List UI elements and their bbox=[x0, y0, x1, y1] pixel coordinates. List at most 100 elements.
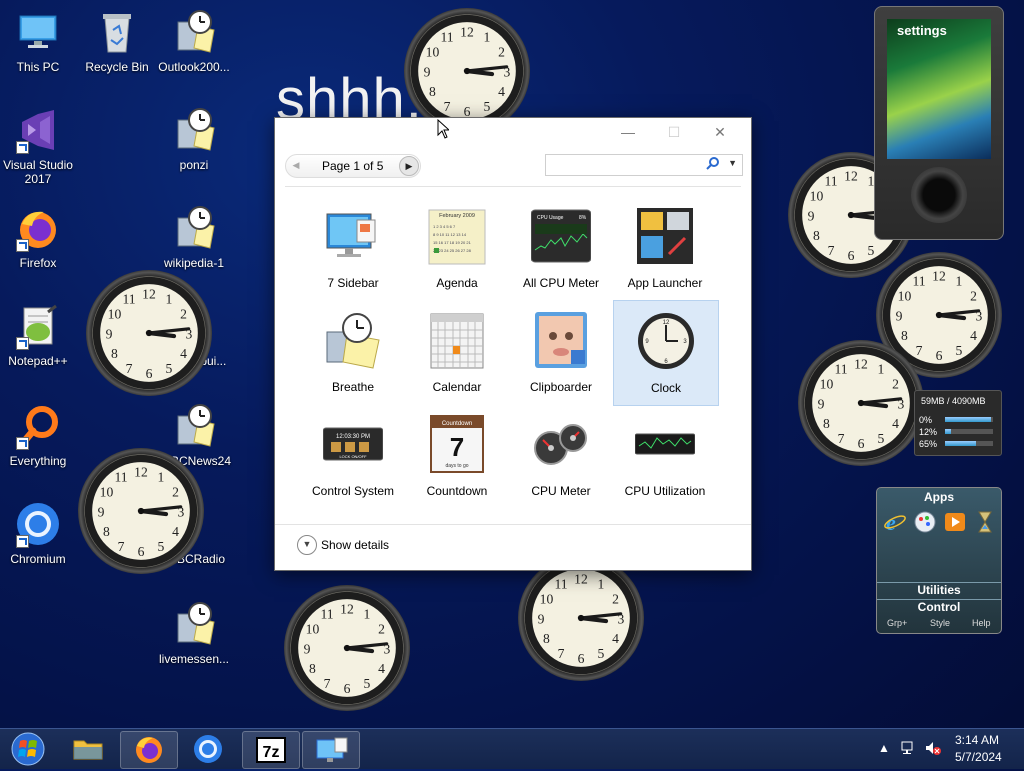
clock-numeral: 6 bbox=[858, 436, 865, 451]
clock-numeral: 8 bbox=[823, 416, 830, 431]
search-icon[interactable] bbox=[706, 157, 720, 171]
clock-gadget[interactable]: 123456789101112 bbox=[518, 555, 644, 681]
apps-help-button[interactable]: Help bbox=[972, 618, 991, 628]
start-button[interactable] bbox=[0, 731, 56, 767]
minimize-button[interactable]: — bbox=[605, 118, 651, 146]
clock-numeral: 12 bbox=[854, 356, 868, 371]
cpu-meter-icon bbox=[531, 414, 591, 474]
next-page-button[interactable]: ▶ bbox=[399, 156, 419, 176]
previous-page-button[interactable]: ◀ bbox=[287, 156, 305, 174]
gadget-tile-7-sidebar[interactable]: 7 Sidebar bbox=[301, 196, 405, 300]
taskbar: 7z ▲ 3:14 AM 5/7/2024 bbox=[0, 728, 1024, 769]
desktop-icon-label: Outlook200... bbox=[158, 60, 230, 74]
countdown-icon: Countdown 7 days to go bbox=[427, 414, 487, 474]
clock-numeral: 11 bbox=[114, 470, 127, 485]
paint-icon[interactable] bbox=[913, 510, 937, 534]
gadget-label: All CPU Meter bbox=[522, 276, 599, 290]
window-titlebar[interactable]: — ☐ ✕ bbox=[275, 118, 751, 146]
apps-control-button[interactable]: Control bbox=[877, 599, 1001, 616]
chevron-down-icon[interactable]: ▼ bbox=[297, 535, 317, 555]
gadget-tile-breathe[interactable]: Breathe bbox=[301, 300, 405, 404]
volume-muted-icon[interactable] bbox=[924, 739, 942, 760]
breathe-doc-icon bbox=[170, 106, 218, 154]
gadget-search-input[interactable]: ▼ bbox=[545, 154, 743, 176]
clock-numeral: 12 bbox=[844, 168, 858, 183]
network-icon[interactable] bbox=[900, 739, 918, 760]
gadget-tile-cpu-meter[interactable]: CPU Meter bbox=[509, 404, 613, 508]
meter-fill bbox=[945, 429, 951, 434]
apps-grp-button[interactable]: Grp+ bbox=[887, 618, 907, 628]
clock-numeral: 10 bbox=[540, 591, 554, 606]
clock-gadget[interactable]: 123456789101112 bbox=[78, 448, 204, 574]
clock-gadget[interactable]: 123456789101112 bbox=[404, 8, 530, 134]
apps-style-button[interactable]: Style bbox=[930, 618, 950, 628]
clock-numeral: 10 bbox=[898, 288, 912, 303]
gadget-tile-control-system[interactable]: 12:03:30 PM LOCK ON/OFF Control System bbox=[301, 404, 405, 508]
search-dropdown-icon[interactable]: ▼ bbox=[728, 158, 737, 168]
clock-numeral: 11 bbox=[440, 30, 453, 45]
clock-gadget[interactable]: 123456789101112 bbox=[284, 585, 410, 711]
desktop-icon-livemessenger[interactable]: livemessen... bbox=[156, 600, 232, 666]
clock-numeral: 12 bbox=[340, 601, 354, 616]
zune-gadget[interactable]: settings bbox=[874, 6, 1004, 240]
taskbar-firefox[interactable] bbox=[120, 731, 178, 769]
gadget-label: Breathe bbox=[331, 380, 375, 394]
zune-pad-button[interactable] bbox=[911, 167, 967, 223]
gadget-label: Clipboarder bbox=[529, 380, 593, 394]
clock-numeral: 5 bbox=[158, 539, 165, 554]
desktop-icon-this-pc[interactable]: This PC bbox=[0, 8, 76, 74]
gadget-tile-app-launcher[interactable]: App Launcher bbox=[613, 196, 717, 300]
page-label: Page 1 of 5 bbox=[322, 159, 384, 173]
clock-numeral: 8 bbox=[111, 346, 118, 361]
gadget-tile-agenda[interactable]: February 2009 1 2 3 4 5 6 7 8 9 10 11 12 1… bbox=[405, 196, 509, 300]
clock-gadget[interactable]: 123456789101112 bbox=[798, 340, 924, 466]
gadget-tile-countdown[interactable]: Countdown 7 days to go Countdown bbox=[405, 404, 509, 508]
hourglass-icon[interactable] bbox=[973, 510, 997, 534]
internet-explorer-icon[interactable]: e bbox=[883, 510, 907, 535]
gadget-tile-cpu-utilization[interactable]: CPU Utilization bbox=[613, 404, 717, 508]
gadget-label: Clock bbox=[650, 381, 681, 395]
desktop-icon-ponzi[interactable]: ponzi bbox=[156, 106, 232, 172]
clock-numeral: 5 bbox=[956, 343, 963, 358]
gadget-tile-clipboarder[interactable]: Clipboarder bbox=[509, 300, 613, 404]
mouse-cursor-icon bbox=[437, 118, 451, 142]
clock-date[interactable]: 5/7/2024 bbox=[955, 750, 1002, 764]
taskbar-file-explorer[interactable] bbox=[60, 731, 116, 767]
taskbar-7zip[interactable]: 7z bbox=[242, 731, 300, 769]
taskbar-chromium[interactable] bbox=[180, 731, 236, 767]
agenda-header-text: February 2009 bbox=[439, 213, 475, 219]
gadget-tile-all-cpu-meter[interactable]: CPU Usage 8% All CPU Meter bbox=[509, 196, 613, 300]
media-player-icon[interactable] bbox=[943, 510, 967, 534]
clock-center-pin bbox=[137, 507, 145, 515]
close-button[interactable]: ✕ bbox=[697, 118, 743, 146]
apps-utilities-button[interactable]: Utilities bbox=[877, 582, 1001, 599]
gadget-tile-clock[interactable]: 12 3 6 9 Clock bbox=[613, 300, 719, 406]
clock-numeral: 6 bbox=[138, 544, 145, 559]
clock-numeral: 2 bbox=[892, 376, 899, 391]
show-hidden-icons-button[interactable]: ▲ bbox=[878, 741, 890, 755]
desktop-icon-outlook[interactable]: Outlook200... bbox=[156, 8, 232, 74]
desktop-icon-visual-studio[interactable]: Visual Studio 2017 bbox=[0, 106, 76, 186]
maximize-button[interactable]: ☐ bbox=[651, 118, 697, 146]
clock-time[interactable]: 3:14 AM bbox=[955, 733, 999, 747]
clock-center-pin bbox=[145, 329, 153, 337]
taskbar-control-panel[interactable] bbox=[302, 731, 360, 769]
desktop-icon-everything[interactable]: Everything bbox=[0, 402, 76, 468]
gadget-tile-calendar[interactable]: Calendar bbox=[405, 300, 509, 404]
desktop-icon-chromium[interactable]: Chromium bbox=[0, 500, 76, 566]
control-system-lock: LOCK ON/OFF bbox=[339, 454, 367, 459]
memory-meter-gadget[interactable]: 59MB / 4090MB 0% 12% 65% bbox=[914, 390, 1002, 456]
gadget-gallery-window[interactable]: — ☐ ✕ ◀ Page 1 of 5 ▶ ▼ 7 Sidebar Februa… bbox=[274, 117, 752, 571]
clock-gadget[interactable]: 123456789101112 bbox=[86, 270, 212, 396]
control-system-time: 12:03:30 PM bbox=[336, 434, 370, 440]
zune-settings-label[interactable]: settings bbox=[897, 23, 947, 38]
desktop-icon-firefox[interactable]: Firefox bbox=[0, 204, 76, 270]
clock-numeral: 7 bbox=[324, 676, 331, 691]
desktop-icon-wikipedia[interactable]: wikipedia-1 bbox=[156, 204, 232, 270]
gadget-label: Agenda bbox=[436, 276, 478, 290]
clock-numeral: 12 bbox=[460, 24, 474, 39]
apps-launcher-gadget[interactable]: Apps e Utilities Control Grp+ Style Help bbox=[876, 487, 1002, 634]
desktop-icon-recycle-bin[interactable]: Recycle Bin bbox=[79, 8, 155, 74]
clock-numeral: 6 bbox=[848, 248, 855, 263]
desktop-icon-notepad-plus-plus[interactable]: Notepad++ bbox=[0, 302, 76, 368]
